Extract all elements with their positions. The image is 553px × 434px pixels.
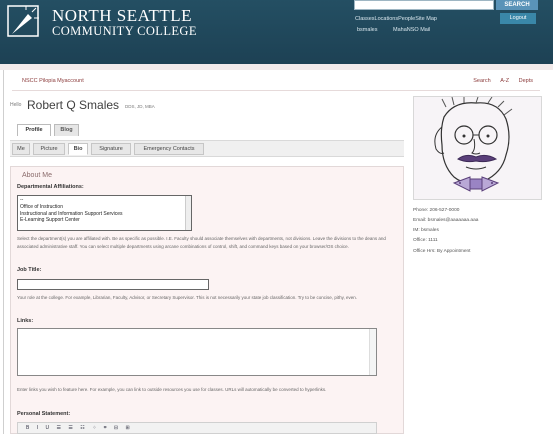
dept-option[interactable]: Office of Instruction: [20, 204, 189, 211]
subtab-bio[interactable]: Bio: [68, 143, 88, 155]
util-depts-link[interactable]: Depts: [519, 78, 533, 84]
subtab-emergency-contacts[interactable]: Emergency Contacts: [134, 143, 204, 155]
user-link[interactable]: bsmales: [357, 27, 377, 33]
mail-link[interactable]: MahaNSO Mail: [393, 27, 430, 33]
job-title-help-text: Your role at the college. For example, L…: [17, 295, 357, 300]
dept-option[interactable]: Instructional and Information Support Se…: [20, 211, 189, 218]
top-nav-links[interactable]: ClassesLocationsPeopleSite Map: [355, 16, 437, 22]
college-logo-icon[interactable]: [6, 4, 46, 44]
editor-toolbar[interactable]: B I U ☰ ☰ ☷ ⁘ ⌗ ⊟ ⊞: [17, 422, 377, 434]
dept-label: Departmental Affiliations:: [17, 184, 84, 190]
divider: [12, 90, 540, 91]
personal-statement-label: Personal Statement:: [17, 411, 71, 417]
breadcrumb[interactable]: NSCC Pilopia Myaccount: [22, 78, 84, 84]
subtab-me[interactable]: Me: [12, 143, 30, 155]
caricature-image: [434, 96, 513, 192]
sidebar-im: IM: bsmales: [413, 228, 439, 233]
links-textarea[interactable]: [17, 328, 377, 376]
job-title-input[interactable]: [17, 279, 209, 290]
profile-credentials: DDS, JD, MBA: [125, 104, 155, 109]
profile-picture: [413, 96, 542, 200]
name-prefix: Hello: [10, 102, 22, 108]
search-button[interactable]: SEARCH: [496, 0, 538, 10]
job-title-label: Job Title:: [17, 267, 42, 273]
logout-button[interactable]: Logout: [500, 13, 536, 24]
subtab-signature[interactable]: Signature: [91, 143, 131, 155]
user-nav: bsmales MahaNSO Mail: [357, 27, 444, 33]
subtab-picture[interactable]: Picture: [33, 143, 65, 155]
logo-line1: NORTH SEATTLE: [52, 6, 193, 25]
logo-line2: COMMUNITY COLLEGE: [52, 24, 197, 38]
section-title: About Me: [22, 172, 52, 179]
tab-blog[interactable]: Blog: [54, 124, 79, 136]
dept-help-text: Select the department(s) you are affilia…: [17, 236, 386, 249]
sidebar-office: Office: 1111: [413, 238, 438, 243]
department-select[interactable]: -- Office of Instruction Instructional a…: [17, 195, 192, 231]
dept-option[interactable]: E-Learning Support Center: [20, 217, 189, 224]
sidebar-hours: Office Hrs: By Appointment: [413, 249, 471, 254]
links-label: Links:: [17, 318, 34, 324]
search-input[interactable]: [354, 0, 494, 10]
select-scrollbar[interactable]: [185, 196, 191, 230]
textarea-scrollbar[interactable]: [369, 329, 376, 375]
util-az-link[interactable]: A-Z: [500, 78, 509, 84]
sidebar-phone: Phone: 206-527-0000: [413, 208, 460, 213]
utility-nav: Search A-Z Depts: [465, 78, 533, 84]
profile-name: Robert Q Smales: [27, 98, 120, 112]
site-header: NORTH SEATTLE COMMUNITY COLLEGE SEARCH C…: [0, 0, 553, 64]
util-search-link[interactable]: Search: [473, 78, 490, 84]
links-help-text: Enter links you wish to feature here. Fo…: [17, 387, 327, 392]
sidebar-email[interactable]: Email: bsmales@aaaaaaa.aaa: [413, 218, 478, 223]
tab-profile[interactable]: Profile: [17, 124, 51, 136]
dept-option[interactable]: --: [20, 197, 189, 204]
